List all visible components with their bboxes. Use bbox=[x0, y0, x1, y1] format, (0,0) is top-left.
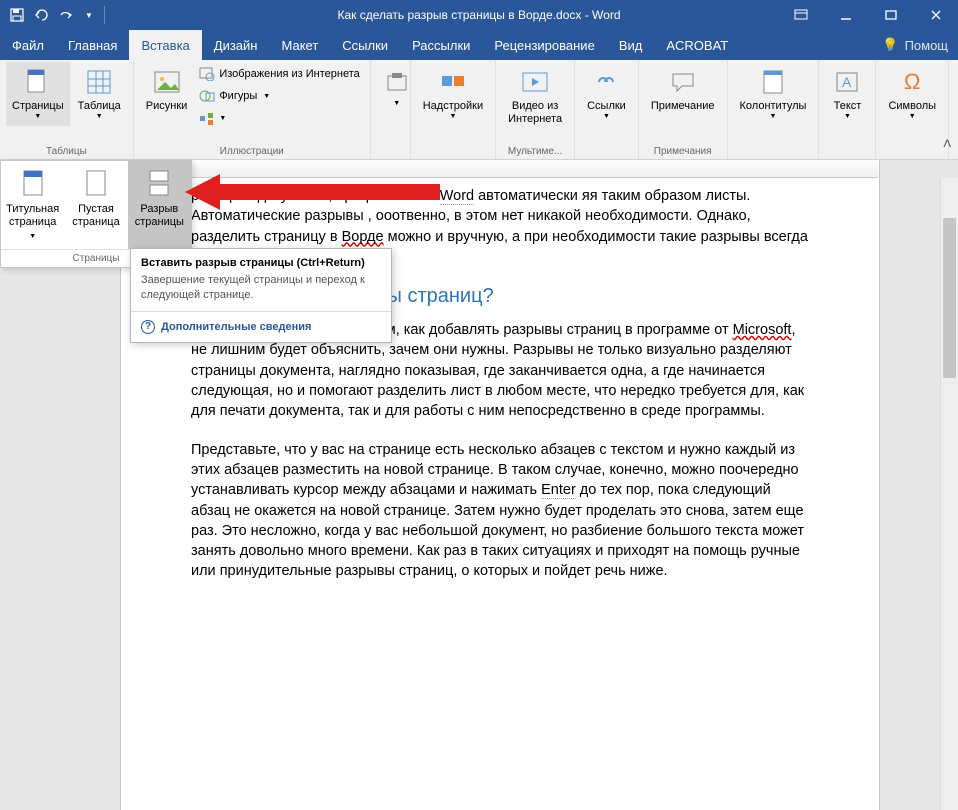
help-label: Помощ bbox=[905, 38, 948, 53]
comment-button[interactable]: Примечание bbox=[645, 62, 721, 117]
comment-icon bbox=[667, 66, 699, 98]
tab-review[interactable]: Рецензирование bbox=[482, 30, 606, 60]
addins-button[interactable]: Надстройки ▼ bbox=[417, 62, 489, 126]
chevron-down-icon: ▼ bbox=[909, 113, 916, 121]
group-media: Видео из Интернета Мультиме... bbox=[496, 60, 575, 159]
group-label bbox=[825, 155, 869, 159]
screenshot-icon bbox=[381, 66, 413, 98]
separator bbox=[104, 6, 105, 24]
cover-page-icon bbox=[17, 167, 49, 199]
table-icon bbox=[83, 66, 115, 98]
tab-home[interactable]: Главная bbox=[56, 30, 129, 60]
window-controls bbox=[778, 0, 958, 30]
group-label: Иллюстрации bbox=[140, 144, 364, 159]
shapes-icon bbox=[199, 88, 215, 104]
tell-me[interactable]: 💡 Помощ bbox=[882, 37, 958, 53]
shapes-button[interactable]: Фигуры▼ bbox=[195, 86, 363, 106]
links-button[interactable]: Ссылки ▼ bbox=[581, 62, 632, 126]
group-label: Мультиме... bbox=[502, 144, 568, 159]
link-icon bbox=[590, 66, 622, 98]
group-symbols: Ω Символы ▼ bbox=[876, 60, 949, 159]
group-label bbox=[377, 155, 404, 159]
blank-page-item[interactable]: Пустая страница bbox=[64, 161, 127, 249]
save-icon[interactable] bbox=[8, 6, 26, 24]
smartart-icon bbox=[199, 110, 215, 126]
group-addins: Надстройки ▼ bbox=[411, 60, 496, 159]
svg-text:A: A bbox=[842, 74, 852, 90]
page-break-icon bbox=[143, 167, 175, 199]
close-icon[interactable] bbox=[913, 0, 958, 30]
addins-icon bbox=[437, 66, 469, 98]
chevron-down-icon: ▼ bbox=[844, 113, 851, 121]
omega-icon: Ω bbox=[896, 66, 928, 98]
chevron-down-icon: ▼ bbox=[770, 113, 777, 121]
group-label: Таблицы bbox=[6, 144, 127, 159]
group-apps: ▼ bbox=[371, 60, 411, 159]
group-comments: Примечание Примечания bbox=[639, 60, 728, 159]
window-title: Как сделать разрыв страницы в Ворде.docx… bbox=[337, 8, 620, 22]
page-break-tooltip: Вставить разрыв страницы (Ctrl+Return) З… bbox=[130, 248, 392, 343]
collapse-ribbon-icon[interactable]: ˄ bbox=[943, 136, 952, 154]
chevron-down-icon: ▼ bbox=[34, 113, 41, 121]
text-button[interactable]: A Текст ▼ bbox=[825, 62, 869, 126]
group-text: A Текст ▼ bbox=[819, 60, 876, 159]
qat-dropdown-icon[interactable]: ▼ bbox=[80, 6, 98, 24]
group-illustrations: Рисунки Изображения из Интернета Фигуры▼… bbox=[134, 60, 371, 159]
tab-references[interactable]: Ссылки bbox=[330, 30, 400, 60]
lightbulb-icon: 💡 bbox=[882, 37, 898, 53]
video-icon bbox=[519, 66, 551, 98]
doc-paragraph: Представьте, что у вас на странице есть … bbox=[191, 440, 809, 582]
tab-layout[interactable]: Макет bbox=[269, 30, 330, 60]
symbols-button[interactable]: Ω Символы ▼ bbox=[882, 62, 942, 126]
table-button[interactable]: Таблица ▼ bbox=[72, 62, 127, 126]
maximize-icon[interactable] bbox=[868, 0, 913, 30]
ribbon-tabs: Файл Главная Вставка Дизайн Макет Ссылки… bbox=[0, 30, 958, 60]
group-label: Примечания bbox=[645, 144, 721, 159]
page-break-item[interactable]: Разрыв страницы bbox=[128, 161, 191, 249]
tab-acrobat[interactable]: ACROBAT bbox=[654, 30, 740, 60]
online-video-button[interactable]: Видео из Интернета bbox=[502, 62, 568, 130]
header-icon bbox=[757, 66, 789, 98]
chevron-down-icon: ▼ bbox=[449, 113, 456, 121]
textbox-icon: A bbox=[831, 66, 863, 98]
tab-mailings[interactable]: Рассылки bbox=[400, 30, 482, 60]
ribbon-display-icon[interactable] bbox=[778, 0, 823, 30]
horizontal-ruler[interactable] bbox=[120, 160, 878, 178]
tooltip-title: Вставить разрыв страницы (Ctrl+Return) bbox=[131, 249, 391, 273]
pictures-button[interactable]: Рисунки bbox=[140, 62, 194, 117]
vertical-scrollbar[interactable] bbox=[940, 178, 958, 810]
tab-design[interactable]: Дизайн bbox=[202, 30, 270, 60]
ribbon: Страницы ▼ Таблица ▼ Таблицы Рисунки Изо… bbox=[0, 60, 958, 160]
pages-button[interactable]: Страницы ▼ bbox=[6, 62, 70, 126]
group-label bbox=[882, 155, 942, 159]
tooltip-description: Завершение текущей страницы и переход к … bbox=[131, 273, 391, 311]
scrollbar-thumb[interactable] bbox=[943, 218, 956, 378]
tooltip-more-link[interactable]: ? Дополнительные сведения bbox=[131, 312, 391, 342]
title-bar: ▼ Как сделать разрыв страницы в Ворде.do… bbox=[0, 0, 958, 30]
group-header: Колонтитулы ▼ bbox=[728, 60, 820, 159]
redo-icon[interactable] bbox=[56, 6, 74, 24]
tab-view[interactable]: Вид bbox=[607, 30, 655, 60]
tab-insert[interactable]: Вставка bbox=[129, 30, 201, 60]
tab-file[interactable]: Файл bbox=[0, 30, 56, 60]
blank-page-icon bbox=[80, 167, 112, 199]
cover-page-item[interactable]: Титульная страница ▼ bbox=[1, 161, 64, 249]
chevron-down-icon: ▼ bbox=[603, 113, 610, 121]
quick-access-toolbar: ▼ bbox=[0, 6, 113, 24]
help-icon: ? bbox=[141, 320, 155, 334]
minimize-icon[interactable] bbox=[823, 0, 868, 30]
chevron-down-icon: ▼ bbox=[96, 113, 103, 121]
pages-icon bbox=[22, 66, 54, 98]
online-picture-icon bbox=[199, 66, 215, 82]
group-label bbox=[734, 155, 813, 159]
more-illustrations-button[interactable]: ▼ bbox=[195, 108, 363, 128]
group-label bbox=[417, 155, 489, 159]
group-label bbox=[581, 155, 632, 159]
group-links: Ссылки ▼ bbox=[575, 60, 639, 159]
online-pictures-button[interactable]: Изображения из Интернета bbox=[195, 64, 363, 84]
picture-icon bbox=[151, 66, 183, 98]
group-pages-tables: Страницы ▼ Таблица ▼ Таблицы bbox=[0, 60, 134, 159]
header-footer-button[interactable]: Колонтитулы ▼ bbox=[734, 62, 813, 126]
undo-icon[interactable] bbox=[32, 6, 50, 24]
